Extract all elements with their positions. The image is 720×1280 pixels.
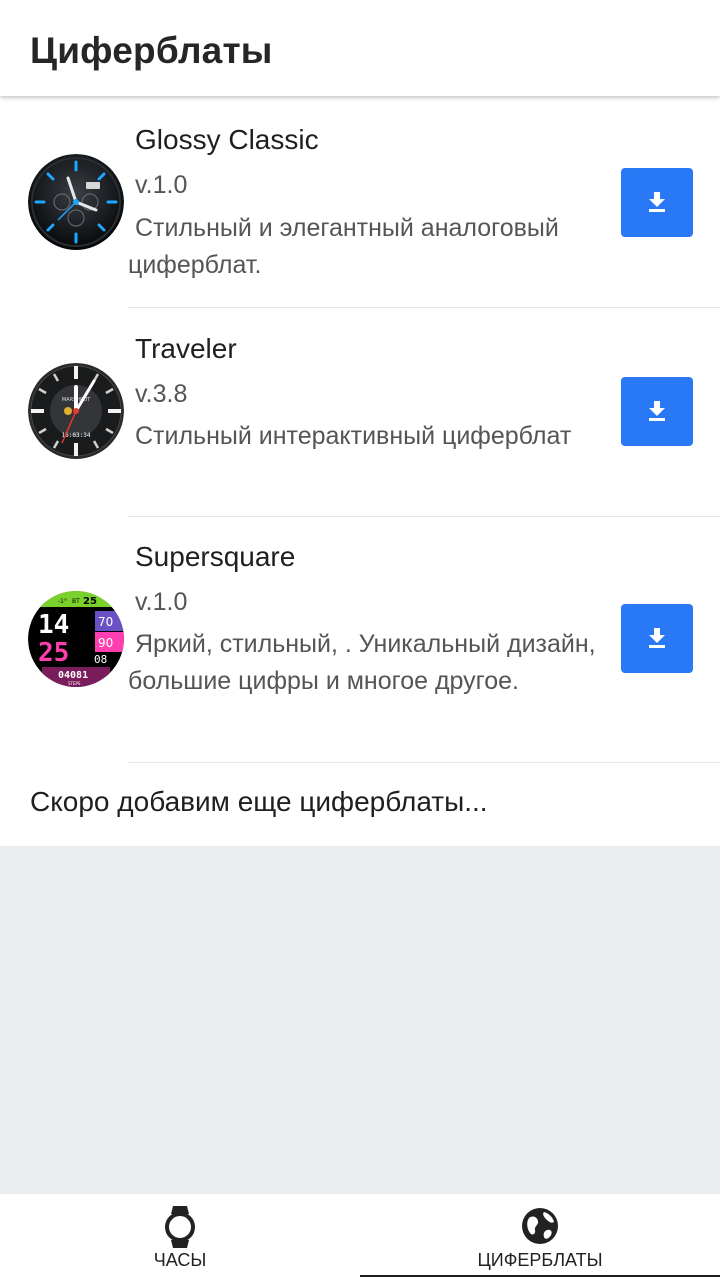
download-button-traveler[interactable] [621, 377, 693, 446]
app-bar: Циферблаты [0, 0, 720, 96]
watchface-name: Supersquare [135, 541, 296, 572]
glossy-classic-watchface-icon [28, 154, 124, 250]
svg-text:90: 90 [98, 636, 113, 650]
watchface-version: v.1.0 [135, 171, 188, 199]
download-icon [649, 192, 665, 212]
svg-text:25: 25 [38, 638, 69, 668]
download-button-supersquare[interactable] [621, 604, 693, 673]
download-button-glossy-classic[interactable] [621, 168, 693, 237]
active-tab-indicator [360, 1275, 720, 1277]
tab-watchfaces-label: ЦИФЕРБЛАТЫ [477, 1250, 603, 1270]
watchface-description: Стильный и элегантный аналоговый цифербл… [128, 214, 559, 279]
watchface-globe-icon [520, 1206, 560, 1251]
bottom-navigation: ЧАСЫ ЦИФЕРБЛАТЫ [0, 1194, 720, 1280]
svg-text:25: 25 [83, 596, 97, 607]
coming-soon-note: Скоро добавим еще циферблаты... [30, 786, 488, 817]
svg-text:70: 70 [98, 615, 113, 629]
tab-watch[interactable]: ЧАСЫ [0, 1194, 360, 1280]
watchface-list: Glossy Classic v.1.0 Стильный и элегантн… [0, 98, 720, 846]
watchface-item-supersquare[interactable]: -1° ВТ 25 14 25 70 90 08 04081 STEPS Sup… [0, 517, 720, 763]
watchfaces-screen: Циферблаты Glossy Classic v.1.0 Стильный… [0, 0, 720, 1280]
traveler-watchface-icon: MARSHRUT 16:03:34 [28, 363, 124, 459]
watchface-name: Glossy Classic [135, 124, 319, 155]
tab-watchfaces[interactable]: ЦИФЕРБЛАТЫ [360, 1194, 720, 1280]
watchface-description: Стильный интерактивный циферблат [135, 422, 572, 450]
watchface-description: Яркий, стильный, . Уникальный дизайн, бо… [128, 630, 596, 695]
watch-icon [164, 1206, 196, 1253]
watchface-item-traveler[interactable]: MARSHRUT 16:03:34 Traveler v.3.8 Стильны… [0, 308, 720, 517]
svg-text:08: 08 [94, 653, 107, 666]
svg-text:14: 14 [38, 610, 69, 640]
download-icon [649, 401, 665, 421]
list-divider [128, 762, 720, 763]
svg-text:-1°: -1° [58, 598, 67, 605]
svg-text:04081: 04081 [58, 670, 88, 681]
watchface-version: v.3.8 [135, 380, 188, 408]
tab-watch-label: ЧАСЫ [153, 1250, 207, 1270]
watchface-name: Traveler [135, 333, 237, 364]
svg-text:ВТ: ВТ [72, 598, 80, 605]
watchface-version: v.1.0 [135, 588, 188, 616]
svg-text:STEPS: STEPS [68, 681, 81, 686]
watchface-item-glossy-classic[interactable]: Glossy Classic v.1.0 Стильный и элегантн… [0, 98, 720, 308]
supersquare-watchface-icon: -1° ВТ 25 14 25 70 90 08 04081 STEPS [28, 591, 124, 687]
empty-content-area [0, 846, 720, 1194]
download-icon [649, 628, 665, 648]
page-title: Циферблаты [30, 30, 273, 71]
